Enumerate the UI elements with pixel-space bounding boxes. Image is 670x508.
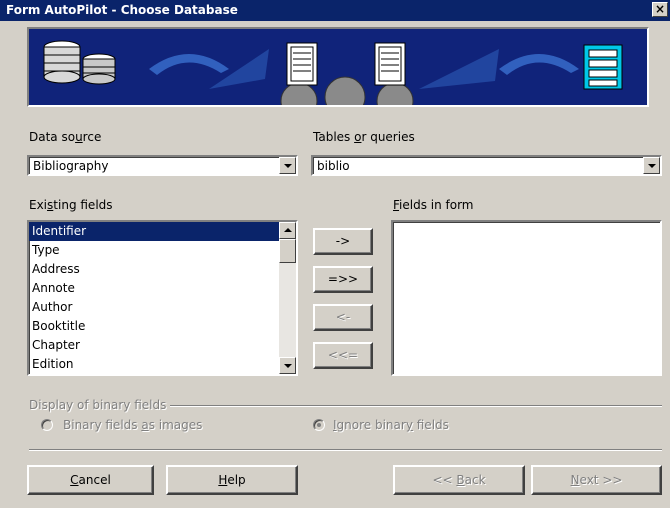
add-all-fields-button[interactable]: =>> bbox=[313, 266, 373, 293]
tables-label: Tables or queries bbox=[313, 130, 415, 144]
close-button[interactable]: × bbox=[652, 2, 668, 17]
remove-field-button[interactable]: <- bbox=[313, 304, 373, 331]
list-item[interactable]: Identifier bbox=[29, 222, 296, 241]
existing-fields-list[interactable]: Identifier Type Address Annote Author Bo… bbox=[27, 220, 298, 376]
list-item[interactable]: Annote bbox=[29, 279, 296, 298]
data-source-dropdown-button[interactable] bbox=[279, 157, 296, 174]
title-bar: Form AutoPilot - Choose Database × bbox=[0, 0, 670, 21]
scroll-down-button[interactable] bbox=[279, 357, 296, 374]
data-source-combo[interactable]: Bibliography bbox=[27, 155, 298, 176]
binary-as-images-radio[interactable] bbox=[41, 419, 53, 431]
data-source-value: Bibliography bbox=[33, 159, 109, 173]
next-button[interactable]: Next >> bbox=[531, 465, 662, 495]
scrollbar-thumb[interactable] bbox=[279, 239, 296, 263]
vertical-scrollbar[interactable] bbox=[279, 222, 296, 374]
footer-divider bbox=[29, 449, 662, 451]
form-list-icon bbox=[583, 44, 623, 90]
cancel-button[interactable]: Cancel bbox=[27, 465, 154, 495]
chevron-down-icon bbox=[648, 164, 656, 168]
radio-selected-dot bbox=[317, 423, 321, 427]
banner-graphic bbox=[43, 40, 623, 105]
list-item[interactable]: Author bbox=[29, 298, 296, 317]
fields-in-form-label: Fields in form bbox=[393, 198, 474, 212]
fields-in-form-list[interactable] bbox=[391, 220, 662, 376]
chevron-down-icon bbox=[284, 164, 292, 168]
existing-fields-label: Existing fields bbox=[29, 198, 113, 212]
binary-group-label: Display of binary fields bbox=[29, 398, 171, 412]
add-field-button[interactable]: -> bbox=[313, 228, 373, 255]
ignore-binary-radio[interactable] bbox=[313, 419, 325, 431]
window-title: Form AutoPilot - Choose Database bbox=[6, 3, 238, 17]
wizard-banner bbox=[27, 27, 649, 107]
list-item[interactable]: Chapter bbox=[29, 336, 296, 355]
remove-all-fields-button[interactable]: <<= bbox=[313, 342, 373, 369]
help-button[interactable]: Help bbox=[166, 465, 298, 495]
back-button[interactable]: << Back bbox=[393, 465, 525, 495]
close-icon: × bbox=[654, 2, 666, 16]
list-item[interactable]: Type bbox=[29, 241, 296, 260]
ignore-binary-label: Ignore binary fields bbox=[333, 418, 449, 432]
data-source-label: Data source bbox=[29, 130, 102, 144]
tables-combo[interactable]: biblio bbox=[311, 155, 662, 176]
database-icon bbox=[43, 40, 116, 85]
list-item[interactable]: Address bbox=[29, 260, 296, 279]
list-item[interactable]: Booktitle bbox=[29, 317, 296, 336]
tables-dropdown-button[interactable] bbox=[643, 157, 660, 174]
binary-as-images-label: Binary fields as images bbox=[63, 418, 203, 432]
chevron-up-icon bbox=[284, 228, 292, 232]
list-item[interactable]: Edition bbox=[29, 355, 296, 374]
chevron-down-icon bbox=[284, 364, 292, 368]
scroll-up-button[interactable] bbox=[279, 222, 296, 239]
tables-value: biblio bbox=[317, 159, 350, 173]
